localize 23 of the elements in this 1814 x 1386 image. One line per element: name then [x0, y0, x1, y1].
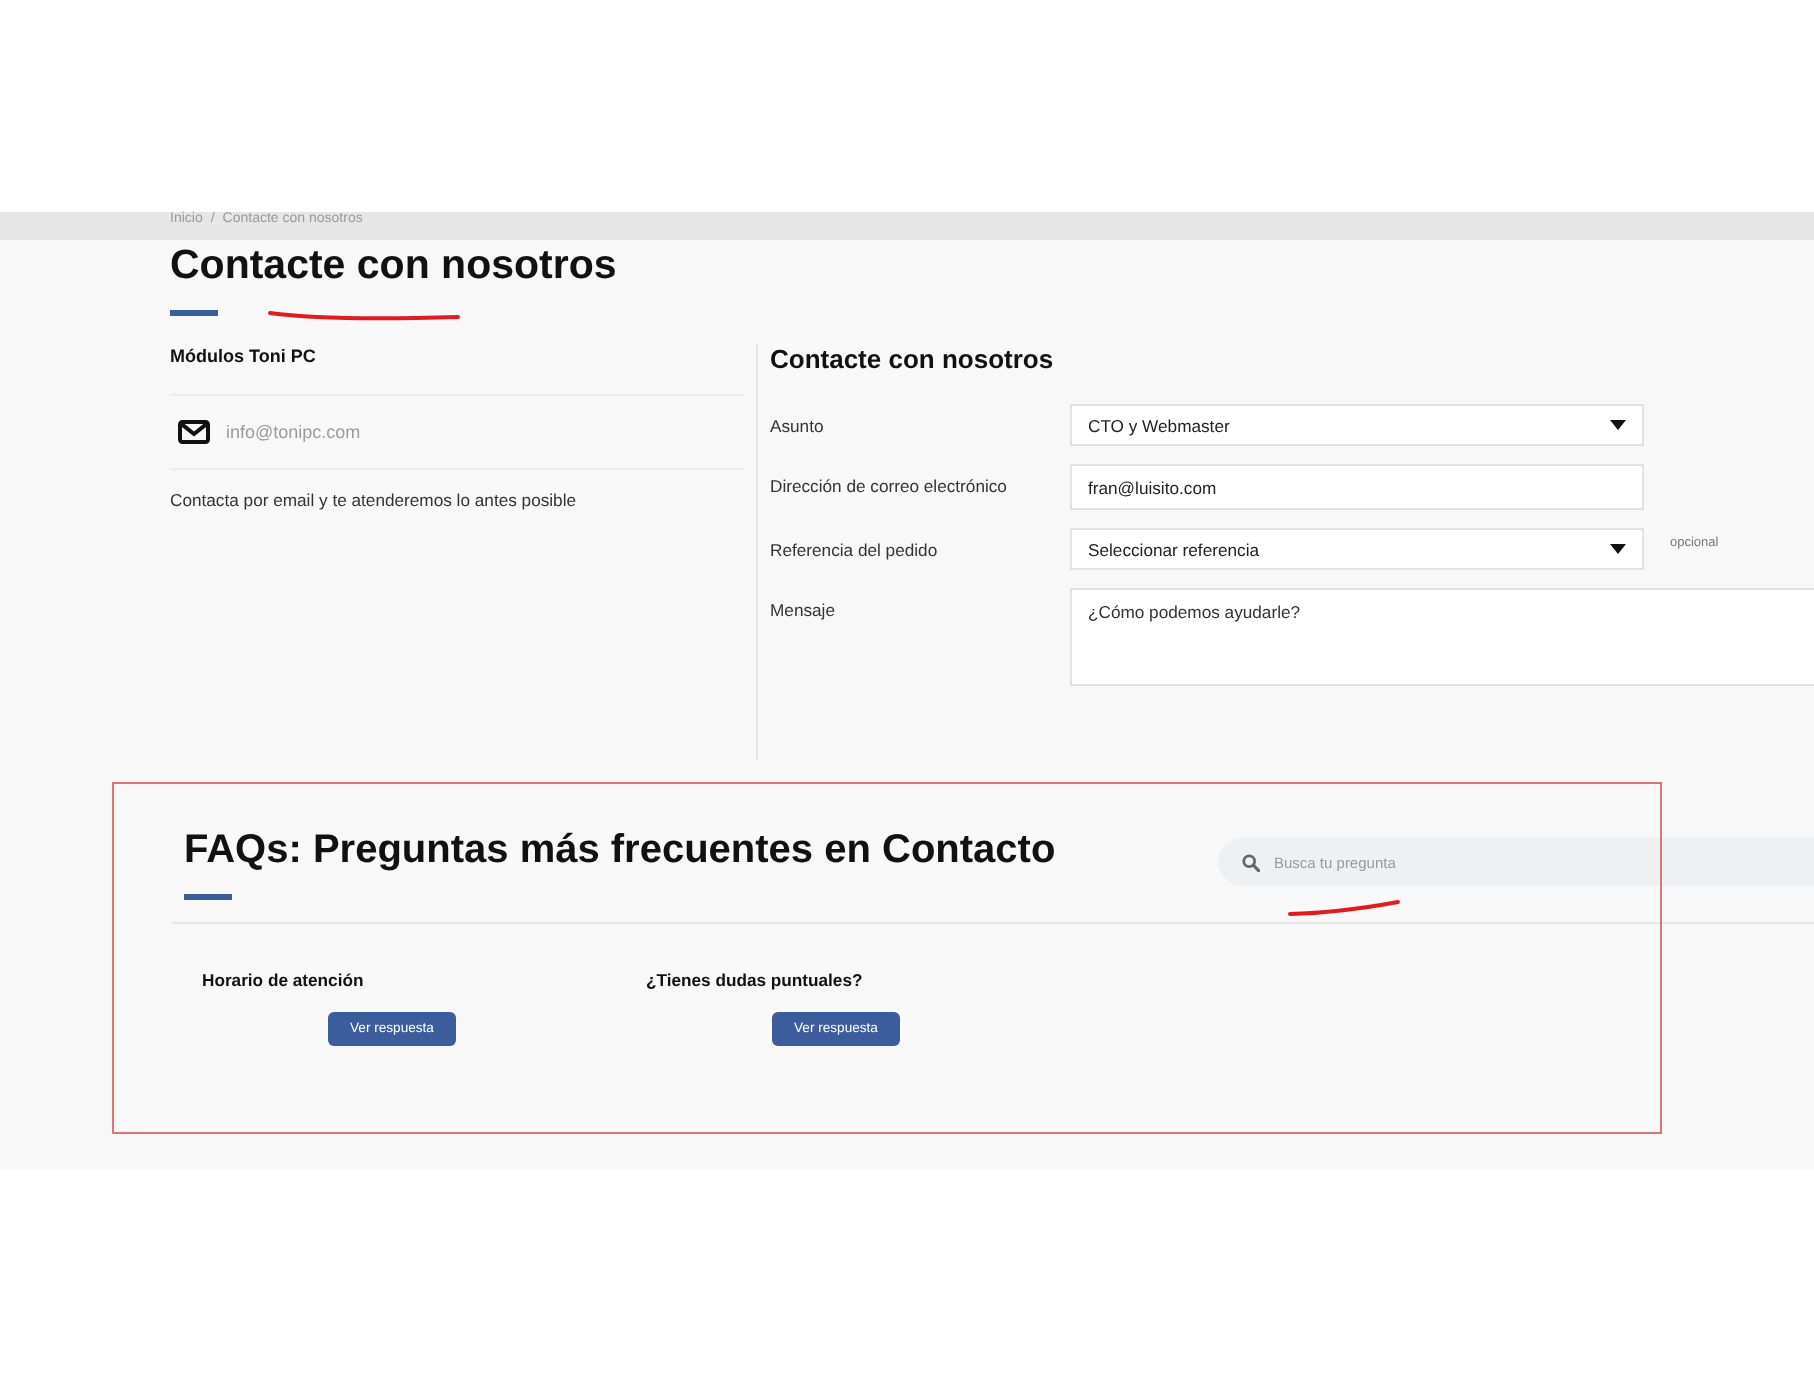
- annotation-underline: [1288, 900, 1400, 916]
- select-field[interactable]: CTO y Webmaster: [1070, 404, 1644, 446]
- field-label: Mensaje: [770, 598, 835, 622]
- faq-title: FAQs: Preguntas más frecuentes en Contacto: [184, 826, 1056, 874]
- field-label: Asunto: [770, 414, 824, 438]
- caret-icon: [1610, 420, 1626, 430]
- faq-question: ¿Tienes dudas puntuales?: [646, 968, 863, 992]
- contact-note: Contacta por email y te atenderemos lo antes posible: [170, 488, 577, 512]
- accent-bar: [170, 310, 218, 316]
- caret-icon: [1610, 544, 1626, 554]
- field-label: Referencia del pedido: [770, 538, 938, 562]
- store-name: Módulos Toni PC: [170, 346, 316, 366]
- faq-question: Horario de atención: [202, 968, 364, 992]
- input-field[interactable]: fran@luisito.com: [1070, 464, 1644, 510]
- mail-icon: [178, 420, 210, 444]
- select-field[interactable]: Seleccionar referencia: [1070, 528, 1644, 570]
- accent-bar: [184, 894, 232, 900]
- field-label: Dirección de correo electrónico: [770, 474, 1007, 498]
- search-icon: [1242, 853, 1260, 871]
- message-field[interactable]: ¿Cómo podemos ayudarle?: [1070, 588, 1814, 686]
- contact-email: info@tonipc.com: [226, 422, 361, 442]
- form-title: Contacte con nosotros: [770, 344, 1054, 376]
- page-title: Contacte con nosotros: [170, 240, 617, 292]
